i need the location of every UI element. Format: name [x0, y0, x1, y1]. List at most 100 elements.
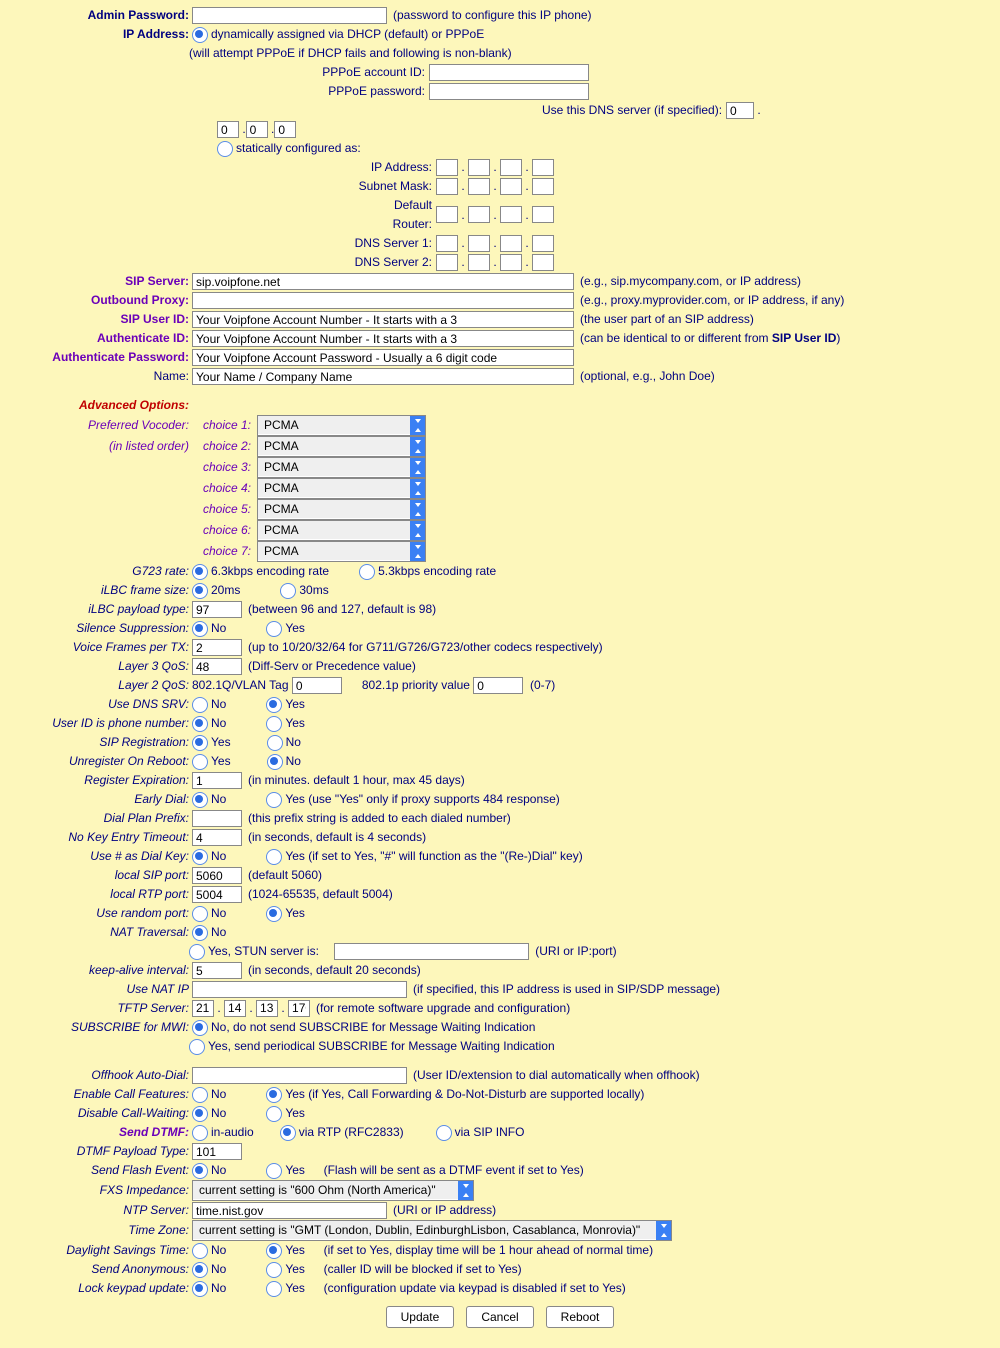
reboot-button[interactable]: Reboot [546, 1306, 615, 1328]
regexp-input[interactable] [192, 772, 242, 789]
lock-a-radio[interactable] [192, 1281, 208, 1297]
dnssrv-b-radio[interactable] [266, 697, 282, 713]
mwi-b-radio[interactable] [189, 1039, 205, 1055]
ilbcpt-input[interactable] [192, 601, 242, 618]
unreg-a-radio[interactable] [192, 754, 208, 770]
keep-input[interactable] [192, 962, 242, 979]
vocoder-choice-2-select[interactable]: PCMA [258, 437, 425, 455]
vft-input[interactable] [192, 639, 242, 656]
dns-oct-input[interactable] [726, 102, 754, 119]
dtmf-a-radio[interactable] [192, 1125, 208, 1141]
uidphone-b-radio[interactable] [266, 716, 282, 732]
tftp-o1[interactable] [192, 1000, 214, 1017]
tftp-o3[interactable] [256, 1000, 278, 1017]
sip-userid-hint: (the user part of an SIP address) [580, 310, 754, 329]
ecf-a-radio[interactable] [192, 1087, 208, 1103]
static-dns1-1[interactable] [436, 235, 458, 252]
lock-b-radio[interactable] [266, 1281, 282, 1297]
dcw-label: Disable Call-Waiting: [12, 1104, 192, 1123]
tftp-o2[interactable] [224, 1000, 246, 1017]
admin-password-input[interactable] [192, 7, 387, 24]
rand-b-radio[interactable] [266, 906, 282, 922]
offhook-input[interactable] [192, 1067, 407, 1084]
g723-b-radio[interactable] [359, 564, 375, 580]
l3-label: Layer 3 QoS: [12, 657, 192, 676]
vocoder-choice-6-select[interactable]: PCMA [258, 521, 425, 539]
static-router-1[interactable] [436, 206, 458, 223]
dpp-input[interactable] [192, 810, 242, 827]
vft-label: Voice Frames per TX: [12, 638, 192, 657]
tftp-o4[interactable] [288, 1000, 310, 1017]
ip-dynamic-radio[interactable] [192, 27, 208, 43]
nat-a-radio[interactable] [192, 925, 208, 941]
silence-b-radio[interactable] [266, 621, 282, 637]
silence-a-radio[interactable] [192, 621, 208, 637]
cancel-button[interactable]: Cancel [466, 1306, 533, 1328]
hash-a-radio[interactable] [192, 849, 208, 865]
vocoder-choice-3-select[interactable]: PCMA [258, 458, 425, 476]
sipreg-a-radio[interactable] [192, 735, 208, 751]
ip-oct2-input[interactable] [246, 121, 268, 138]
sipreg-b-radio[interactable] [267, 735, 283, 751]
lrtp-input[interactable] [192, 886, 242, 903]
lsip-input[interactable] [192, 867, 242, 884]
vocoder-choice-1-select[interactable]: PCMA [258, 416, 425, 434]
vocoder-choice-5-select[interactable]: PCMA [258, 500, 425, 518]
stun-server-input[interactable] [334, 943, 529, 960]
hash-b-radio[interactable] [266, 849, 282, 865]
flash-b-radio[interactable] [266, 1163, 282, 1179]
sip-userid-input[interactable] [192, 311, 574, 328]
ip-oct3-input[interactable] [274, 121, 296, 138]
ip-oct1-input[interactable] [217, 121, 239, 138]
l3-input[interactable] [192, 658, 242, 675]
anon-a-radio[interactable] [192, 1262, 208, 1278]
tz-select[interactable]: current setting is "GMT (London, Dublin,… [193, 1221, 671, 1239]
nat-b-radio[interactable] [189, 944, 205, 960]
dtmfp-input[interactable] [192, 1143, 242, 1160]
unreg-b-radio[interactable] [267, 754, 283, 770]
ecf-b-radio[interactable] [266, 1087, 282, 1103]
vocoder-choice-7-select[interactable]: PCMA [258, 542, 425, 560]
static-dns2-1[interactable] [436, 254, 458, 271]
ilbcfs-a-radio[interactable] [192, 583, 208, 599]
static-ip-2[interactable] [468, 159, 490, 176]
update-button[interactable]: Update [386, 1306, 455, 1328]
nat-label: NAT Traversal: [12, 923, 192, 942]
ntp-input[interactable] [192, 1202, 387, 1219]
dst-b-radio[interactable] [266, 1243, 282, 1259]
l2-tag-input[interactable] [292, 677, 342, 694]
l2-pri-input[interactable] [473, 677, 523, 694]
regexp-label: Register Expiration: [12, 771, 192, 790]
dst-a-radio[interactable] [192, 1243, 208, 1259]
dcw-a-radio[interactable] [192, 1106, 208, 1122]
pppoe-id-input[interactable] [429, 64, 589, 81]
rand-a-radio[interactable] [192, 906, 208, 922]
auth-pw-input[interactable] [192, 349, 574, 366]
dtmf-c-radio[interactable] [436, 1125, 452, 1141]
static-ip-1[interactable] [436, 159, 458, 176]
uidphone-a-radio[interactable] [192, 716, 208, 732]
ip-static-radio[interactable] [217, 141, 233, 157]
static-ip-4[interactable] [532, 159, 554, 176]
static-mask-1[interactable] [436, 178, 458, 195]
pppoe-pw-input[interactable] [429, 83, 589, 100]
outbound-proxy-input[interactable] [192, 292, 574, 309]
dcw-b-radio[interactable] [266, 1106, 282, 1122]
fxs-select[interactable]: current setting is "600 Ohm (North Ameri… [193, 1181, 473, 1199]
anon-b-radio[interactable] [266, 1262, 282, 1278]
g723-a-radio[interactable] [192, 564, 208, 580]
nke-input[interactable] [192, 829, 242, 846]
flash-a-radio[interactable] [192, 1163, 208, 1179]
dnssrv-a-radio[interactable] [192, 697, 208, 713]
natip-input[interactable] [192, 981, 407, 998]
auth-id-input[interactable] [192, 330, 574, 347]
early-b-radio[interactable] [266, 792, 282, 808]
name-input[interactable] [192, 368, 574, 385]
dtmf-b-radio[interactable] [280, 1125, 296, 1141]
static-ip-3[interactable] [500, 159, 522, 176]
early-a-radio[interactable] [192, 792, 208, 808]
sip-server-input[interactable] [192, 273, 574, 290]
ilbcfs-b-radio[interactable] [280, 583, 296, 599]
vocoder-choice-4-select[interactable]: PCMA [258, 479, 425, 497]
mwi-a-radio[interactable] [192, 1020, 208, 1036]
